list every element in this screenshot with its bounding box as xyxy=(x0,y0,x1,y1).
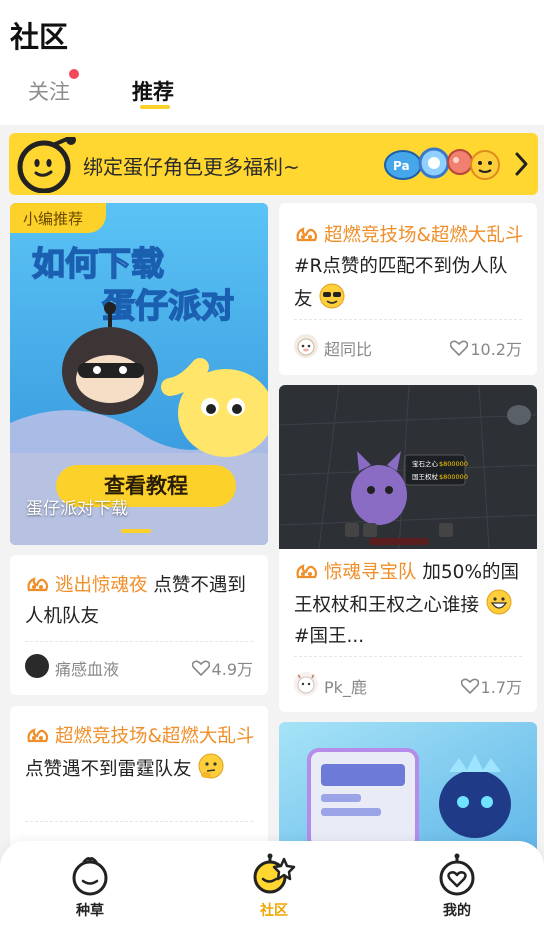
cool-emoji-icon xyxy=(319,283,345,309)
tab-label: 我的 xyxy=(443,903,471,919)
topic-tag[interactable]: 超燃竞技场&超燃大乱斗 xyxy=(324,225,523,246)
carousel-indicator xyxy=(121,529,151,533)
svg-text:Pa: Pa xyxy=(393,159,410,173)
hud-text: 宝石之心 xyxy=(412,459,439,468)
bottom-tab-bar: 种草 社区 我的 xyxy=(0,841,544,948)
hud-text: $800000 xyxy=(439,460,468,468)
avatar[interactable] xyxy=(294,672,318,696)
tab-community[interactable]: 社区 xyxy=(234,853,314,920)
post-text: 逃出惊魂夜 点赞不遇到人机队友 xyxy=(25,570,256,632)
tutorial-caption: 蛋仔派对下载 xyxy=(26,499,128,519)
cover-headline-1: 如何下载 xyxy=(32,244,164,283)
heart-icon xyxy=(450,340,469,356)
hud-text: $800000 xyxy=(439,473,468,481)
author-name[interactable]: Pk_鹿 xyxy=(324,674,367,698)
post-body: 点赞遇不到雷霆队友 xyxy=(25,759,192,780)
tab-label: 社区 xyxy=(260,903,288,919)
notification-dot xyxy=(69,69,79,79)
hot-topic-icon xyxy=(296,227,318,242)
rewards-badges-icon: Pa xyxy=(384,147,500,180)
grin-emoji-icon xyxy=(486,589,512,615)
post-body: #国王... xyxy=(294,626,365,647)
deer-avatar-icon xyxy=(297,673,315,694)
bind-role-banner[interactable]: 绑定蛋仔角色更多福利~ Pa xyxy=(9,133,538,195)
profile-heart-icon xyxy=(439,853,475,896)
avatar[interactable] xyxy=(294,334,318,358)
divider xyxy=(25,821,253,822)
tab-mine[interactable]: 我的 xyxy=(417,853,497,920)
fruit-face-icon xyxy=(72,857,108,896)
banner-text: 绑定蛋仔角色更多福利~ xyxy=(83,155,300,179)
topic-tag[interactable]: 逃出惊魂夜 xyxy=(55,575,148,596)
likes[interactable]: 10.2万 xyxy=(450,336,522,360)
heart-icon xyxy=(460,678,479,694)
topic-tag[interactable]: 超燃竞技场&超燃大乱斗 xyxy=(55,726,254,747)
divider xyxy=(25,641,253,642)
hot-topic-icon xyxy=(27,577,49,592)
author-name[interactable]: 痛感血液 xyxy=(55,656,119,680)
likes-count: 1.7万 xyxy=(480,678,522,697)
likes-count: 10.2万 xyxy=(470,340,522,359)
divider xyxy=(294,656,522,657)
tab-label: 种草 xyxy=(76,903,104,919)
post-card[interactable]: 逃出惊魂夜 点赞不遇到人机队友 痛感血液 4.9万 xyxy=(10,555,268,695)
editor-pick-badge: 小编推荐 xyxy=(10,203,106,233)
post-text: 惊魂寻宝队 加50%的国王权杖和王权之心谁接 #国王... xyxy=(294,557,525,652)
game-screenshot-image: 宝石之心 $800000 国王权杖 $800000 xyxy=(279,385,537,549)
hud-text: 国王权杖 xyxy=(412,472,439,481)
post-card[interactable]: 超燃竞技场&超燃大乱斗 #R点赞的匹配不到伪人队友 超同比 10.2万 xyxy=(279,203,537,375)
mascot-icon xyxy=(17,137,76,193)
tab-zhongcao[interactable]: 种草 xyxy=(50,853,130,920)
avatar[interactable] xyxy=(25,654,49,678)
likes[interactable]: 1.7万 xyxy=(460,674,522,698)
tab-recommend[interactable]: 推荐 xyxy=(132,76,174,106)
divider xyxy=(294,319,522,320)
heart-icon xyxy=(191,660,210,676)
sheep-avatar-icon xyxy=(297,338,315,356)
header: 社区 关注 推荐 xyxy=(0,0,544,125)
community-active-icon xyxy=(253,853,296,894)
hot-topic-icon xyxy=(296,564,318,579)
post-text: 超燃竞技场&超燃大乱斗 点赞遇不到雷霆队友 xyxy=(25,721,256,785)
likes[interactable]: 4.9万 xyxy=(191,656,253,680)
tab-follow[interactable]: 关注 xyxy=(28,76,70,106)
post-text: 超燃竞技场&超燃大乱斗 #R点赞的匹配不到伪人队友 xyxy=(294,220,525,315)
chevron-right-icon xyxy=(515,152,528,176)
cover-headline-2: 蛋仔派对 xyxy=(102,286,234,325)
page-title: 社区 xyxy=(10,20,69,54)
tutorial-card[interactable]: 如何下载 蛋仔派对 小编推荐 查看教程 蛋仔派对下载 xyxy=(10,203,268,545)
author-name[interactable]: 超同比 xyxy=(324,336,372,360)
post-card[interactable]: 宝石之心 $800000 国王权杖 $800000 惊魂寻宝队 加50%的国王权… xyxy=(279,385,537,712)
likes-count: 4.9万 xyxy=(211,660,253,679)
topic-tag[interactable]: 惊魂寻宝队 xyxy=(324,562,417,583)
hot-topic-icon xyxy=(27,728,49,743)
thinking-emoji-icon xyxy=(198,753,224,779)
tab-active-indicator xyxy=(140,105,170,109)
